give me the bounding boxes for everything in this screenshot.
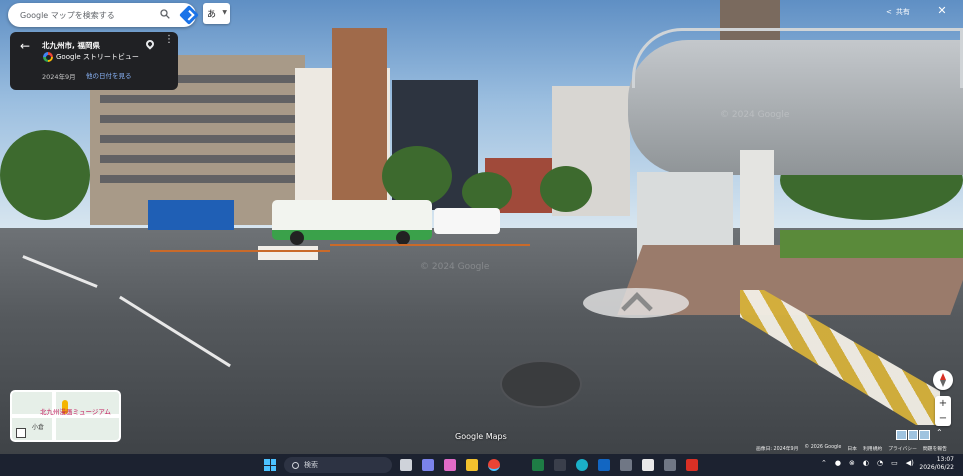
zoom-out-button[interactable]: −	[935, 411, 951, 426]
tray-icon[interactable]: ◔	[877, 459, 883, 467]
close-icon[interactable]: ✕	[935, 4, 949, 18]
minimap-label: 北九州漫画ミュージアム	[40, 408, 111, 416]
terms-link[interactable]: 利用規約	[863, 445, 882, 452]
chevron-up-icon[interactable]: ⌃	[936, 428, 943, 437]
green-bus	[272, 200, 432, 245]
google-maps-logo: Google Maps	[455, 432, 507, 441]
grass-strip	[780, 230, 963, 258]
report-link[interactable]: 問題を報告	[923, 445, 947, 452]
location-card: ← 北九州市, 福岡県 Google ストリートビュー 2024年9月 他の日付…	[10, 32, 178, 90]
ime-label: あ	[207, 10, 217, 20]
outlook-icon[interactable]	[598, 459, 610, 471]
taskbar-search-label: 検索	[304, 461, 318, 469]
expand-icon[interactable]	[16, 428, 26, 438]
clock-date: 2026/06/22	[919, 464, 954, 471]
more-options-icon[interactable]: ⋮	[164, 35, 174, 50]
white-bus	[434, 208, 500, 234]
compass-icon[interactable]	[933, 370, 953, 390]
acrobat-icon[interactable]	[686, 459, 698, 471]
edge-icon[interactable]	[576, 459, 588, 471]
task-view-icon[interactable]	[400, 459, 412, 471]
chevron-down-icon: ▼	[222, 9, 227, 16]
other-dates-link[interactable]: 他の日付を見る	[86, 70, 132, 80]
file-explorer-icon[interactable]	[466, 459, 478, 471]
minimap[interactable]: 北九州漫画ミュージアム 小倉	[10, 390, 121, 442]
search-icon	[292, 461, 299, 469]
capture-date: 2024年9月	[42, 73, 76, 81]
tray-icon[interactable]: ●	[835, 459, 841, 467]
taskbar-search[interactable]: 検索	[284, 457, 392, 473]
guard-rail	[150, 250, 330, 252]
location-pin-icon[interactable]	[144, 38, 156, 50]
search-input[interactable]	[20, 10, 148, 20]
volume-icon[interactable]: ◀)	[906, 459, 914, 467]
country-link[interactable]: 日本	[847, 445, 857, 452]
share-label: 共有	[895, 8, 910, 16]
excel-icon[interactable]	[532, 459, 544, 471]
clock[interactable]: 13:07 2026/06/22	[918, 456, 954, 472]
tray-icon[interactable]: ⊗	[849, 459, 855, 467]
navigation-arrow-icon[interactable]	[583, 288, 689, 318]
ime-toggle-button[interactable]: あ ▼	[203, 3, 230, 24]
no-entry-sign	[258, 246, 318, 260]
share-icon: <	[886, 8, 892, 16]
network-icon[interactable]: ▭	[891, 459, 898, 467]
zoom-control: + −	[935, 396, 951, 426]
privacy-link[interactable]: プライバシー	[888, 445, 917, 452]
image-date: 画像日: 2024年9月	[756, 447, 799, 452]
search-icon[interactable]	[160, 9, 170, 19]
parking-sign	[148, 200, 234, 230]
tree	[0, 130, 90, 220]
layer-thumbnails[interactable]	[896, 430, 931, 440]
minimap-label-short: 小倉	[32, 424, 45, 431]
manhole-cover	[500, 360, 582, 408]
bridge-railing	[632, 28, 963, 88]
app-icon[interactable]	[664, 459, 676, 471]
calendar-icon[interactable]	[642, 459, 654, 471]
teams-icon[interactable]	[422, 459, 434, 471]
imagery-source: Google ストリートビュー	[56, 53, 139, 61]
watermark: © 2024 Google	[420, 262, 490, 272]
zoom-in-button[interactable]: +	[935, 396, 951, 411]
chrome-icon[interactable]	[488, 459, 500, 471]
copyright: © 2026 Google	[804, 445, 842, 450]
watermark: © 2024 Google	[720, 110, 790, 120]
hotel-tower	[332, 28, 387, 208]
system-tray[interactable]: ⌃ ● ⊗ ◐ ◔ ▭ ◀)	[821, 459, 914, 467]
taskbar: 検索 ⌃ ● ⊗ ◐ ◔ ▭ ◀) 13:07 2026/06/22	[0, 454, 963, 476]
share-button[interactable]: < 共有	[886, 4, 926, 20]
app-icon[interactable]	[554, 459, 566, 471]
tree	[462, 172, 512, 212]
tree	[540, 166, 592, 212]
clock-time: 13:07	[936, 456, 954, 463]
guard-rail	[330, 244, 530, 246]
search-box	[8, 3, 199, 27]
windows-start-icon[interactable]	[264, 459, 276, 471]
google-logo-icon	[43, 52, 53, 62]
copilot-icon[interactable]	[444, 459, 456, 471]
location-title: 北九州市, 福岡県	[42, 41, 100, 50]
tree	[382, 146, 452, 206]
tray-icon[interactable]: ◐	[863, 459, 869, 467]
back-arrow-icon[interactable]: ←	[20, 40, 32, 52]
app-icon[interactable]	[620, 459, 632, 471]
attribution-bar: 画像日: 2024年9月 © 2026 Google 日本 利用規約 プライバシ…	[756, 445, 947, 452]
chevron-up-icon[interactable]: ⌃	[821, 459, 827, 467]
